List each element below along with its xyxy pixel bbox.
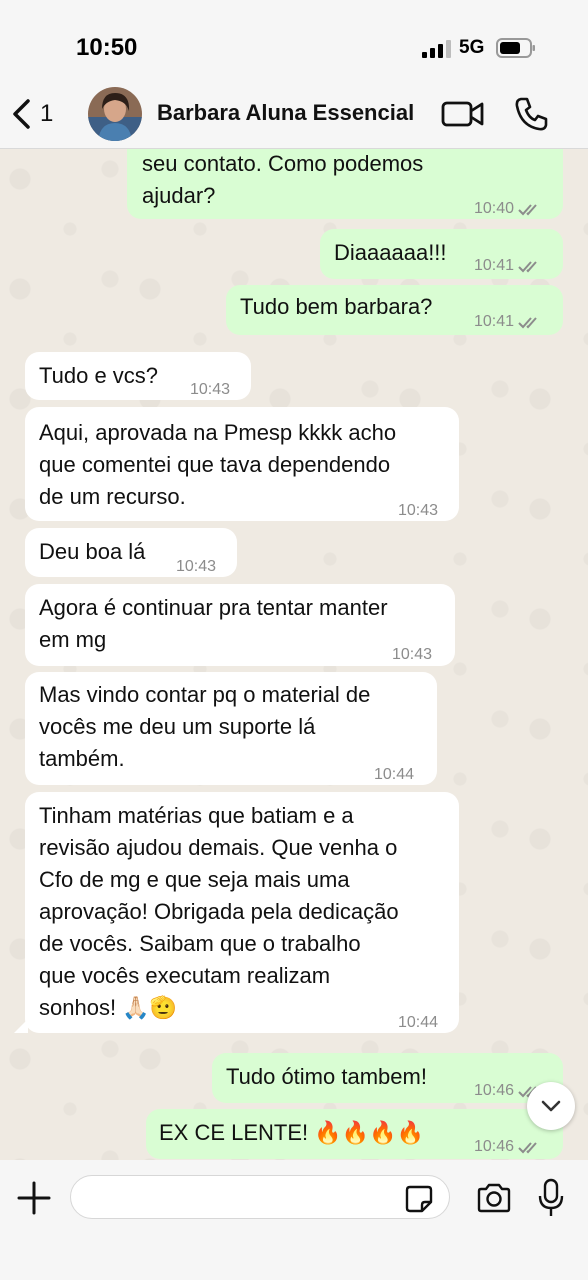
message-bubble-incoming[interactable]: Aqui, aprovada na Pmesp kkkk acho que co… bbox=[25, 407, 459, 521]
message-bubble-outgoing[interactable]: seu contato. Como podemos ajudar? 10:40 bbox=[127, 149, 563, 219]
message-time: 10:46 bbox=[474, 1138, 515, 1155]
message-bubble-outgoing[interactable]: Diaaaaaa!!! 10:41 bbox=[320, 229, 563, 279]
message-text: Tudo ótimo tambem! bbox=[226, 1064, 427, 1089]
message-text: Tinham matérias que batiam e a revisão a… bbox=[39, 803, 399, 1020]
bubble-tail bbox=[14, 1019, 28, 1033]
message-input[interactable] bbox=[70, 1175, 450, 1219]
composer-bar bbox=[0, 1160, 588, 1280]
message-time: 10:44 bbox=[374, 766, 415, 783]
message-time: 10:41 bbox=[474, 257, 515, 274]
message-text: Agora é continuar pra tentar manter em m… bbox=[39, 595, 388, 652]
message-bubble-incoming[interactable]: Deu boa lá 10:43 bbox=[25, 528, 237, 577]
back-button[interactable]: 1 bbox=[10, 94, 66, 134]
message-time: 10:41 bbox=[474, 313, 515, 330]
message-list[interactable]: seu contato. Como podemos ajudar? 10:40 … bbox=[0, 149, 588, 1160]
status-time: 10:50 bbox=[76, 34, 138, 61]
message-time: 10:44 bbox=[398, 1014, 439, 1031]
phone-call-icon[interactable] bbox=[512, 95, 550, 133]
double-check-icon bbox=[518, 1142, 537, 1154]
message-bubble-outgoing[interactable]: Tudo ótimo tambem! 10:46 bbox=[212, 1053, 563, 1103]
message-text: Aqui, aprovada na Pmesp kkkk acho que co… bbox=[39, 420, 397, 509]
message-time: 10:43 bbox=[190, 381, 231, 398]
scroll-to-bottom-button[interactable] bbox=[527, 1082, 575, 1130]
contact-name[interactable]: Barbara Aluna Essencial bbox=[157, 100, 414, 126]
message-text: EX CE LENTE! 🔥🔥🔥🔥 bbox=[159, 1120, 424, 1145]
double-check-icon bbox=[518, 317, 537, 329]
message-bubble-incoming[interactable]: Tudo e vcs? 10:43 bbox=[25, 352, 251, 400]
message-time: 10:43 bbox=[392, 646, 433, 663]
chevron-down-icon bbox=[541, 1100, 561, 1112]
message-text: Deu boa lá bbox=[39, 539, 146, 564]
message-meta: 10:41 bbox=[474, 250, 542, 282]
plus-icon[interactable] bbox=[16, 1180, 52, 1216]
message-text: Diaaaaaa!!! bbox=[334, 240, 447, 265]
video-call-icon[interactable] bbox=[440, 98, 486, 130]
status-bar: 10:50 5G bbox=[0, 0, 588, 80]
message-time: 10:43 bbox=[176, 558, 217, 575]
double-check-icon bbox=[518, 204, 537, 216]
message-bubble-incoming[interactable]: Tinham matérias que batiam e a revisão a… bbox=[25, 792, 459, 1033]
message-meta: 10:41 bbox=[474, 306, 542, 338]
signal-icon bbox=[422, 40, 451, 58]
network-label: 5G bbox=[459, 37, 485, 58]
avatar[interactable] bbox=[88, 87, 142, 141]
message-text: Tudo bem barbara? bbox=[240, 294, 433, 319]
sticker-icon[interactable] bbox=[404, 1184, 434, 1214]
camera-icon[interactable] bbox=[476, 1182, 512, 1214]
message-time: 10:43 bbox=[398, 502, 439, 519]
microphone-icon[interactable] bbox=[538, 1178, 564, 1218]
unread-count: 1 bbox=[40, 100, 54, 127]
message-time: 10:40 bbox=[474, 200, 515, 217]
double-check-icon bbox=[518, 261, 537, 273]
message-time: 10:46 bbox=[474, 1082, 515, 1099]
message-text: Mas vindo contar pq o material de vocês … bbox=[39, 682, 371, 771]
message-bubble-outgoing[interactable]: Tudo bem barbara? 10:41 bbox=[226, 285, 563, 335]
chat-header: 1 Barbara Aluna Essencial bbox=[0, 80, 588, 149]
message-bubble-incoming[interactable]: Mas vindo contar pq o material de vocês … bbox=[25, 672, 437, 785]
message-meta: 10:46 bbox=[474, 1131, 542, 1160]
message-text: seu contato. Como podemos ajudar? bbox=[142, 151, 424, 208]
message-bubble-incoming[interactable]: Agora é continuar pra tentar manter em m… bbox=[25, 584, 455, 666]
chevron-left-icon bbox=[13, 99, 30, 129]
message-meta: 10:40 bbox=[474, 193, 542, 225]
message-bubble-outgoing[interactable]: EX CE LENTE! 🔥🔥🔥🔥 10:46 bbox=[146, 1109, 563, 1159]
message-text: Tudo e vcs? bbox=[39, 363, 159, 388]
battery-icon bbox=[496, 38, 535, 58]
